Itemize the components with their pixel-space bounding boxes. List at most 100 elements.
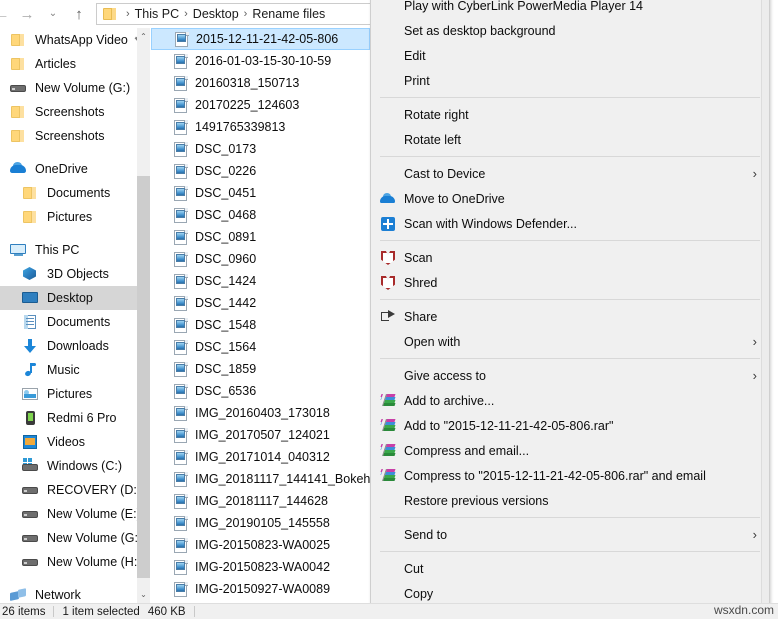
file-list-item[interactable]: IMG_20181117_144141_Bokeh <box>151 468 370 490</box>
file-list-item[interactable]: DSC_0891 <box>151 226 370 248</box>
file-list-item[interactable]: IMG_20190105_145558 <box>151 512 370 534</box>
file-list-item[interactable]: DSC_0226 <box>151 160 370 182</box>
sidebar-scrollbar-thumb[interactable] <box>137 176 150 578</box>
menu-item-print[interactable]: Print <box>371 68 769 93</box>
menu-item-compress-and-email[interactable]: Compress and email... <box>371 438 769 463</box>
recent-locations-button[interactable]: ⌄ <box>40 1 66 27</box>
file-list-item[interactable]: DSC_1442 <box>151 292 370 314</box>
breadcrumb-separator-1[interactable]: › <box>179 8 193 20</box>
menu-item-cast-to-device[interactable]: Cast to Device › <box>371 161 769 186</box>
sidebar-item-downloads[interactable]: Downloads <box>0 334 150 358</box>
sidebar-item-new-volume-g[interactable]: New Volume (G:) <box>0 76 150 100</box>
menu-item-open-with[interactable]: Open with › <box>371 329 769 354</box>
menu-item-give-access-to[interactable]: Give access to › <box>371 363 769 388</box>
file-list-item[interactable]: DSC_0960 <box>151 248 370 270</box>
winrar-icon <box>379 417 399 434</box>
up-one-level-button[interactable]: ↑ <box>66 1 92 27</box>
menu-item-add-to-archive[interactable]: Add to archive... <box>371 388 769 413</box>
menu-item-rotate-left[interactable]: Rotate left <box>371 127 769 152</box>
file-list-item[interactable]: DSC_0451 <box>151 182 370 204</box>
menu-item-cut[interactable]: Cut <box>371 556 769 581</box>
menu-item-shred[interactable]: Shred <box>371 270 769 295</box>
menu-item-share[interactable]: Share <box>371 304 769 329</box>
menu-item-edit[interactable]: Edit <box>371 43 769 68</box>
file-list-item[interactable]: IMG-20150823-WA0025 <box>151 534 370 556</box>
breadcrumb-item-this-pc[interactable]: This PC <box>135 7 179 21</box>
sidebar-item-music[interactable]: Music <box>0 358 150 382</box>
sidebar-item-desktop[interactable]: Desktop <box>0 286 150 310</box>
menu-item-compress-to-2015-12-11-21-42-05-806-rar-[interactable]: Compress to "2015-12-11-21-42-05-806.rar… <box>371 463 769 488</box>
sidebar-item-documents[interactable]: Documents <box>0 181 150 205</box>
breadcrumb-item-desktop[interactable]: Desktop <box>193 7 239 21</box>
menu-item-rotate-right[interactable]: Rotate right <box>371 102 769 127</box>
menu-item-scan-with-windows-defender[interactable]: Scan with Windows Defender... <box>371 211 769 236</box>
folder-icon <box>10 128 28 144</box>
file-list-item[interactable]: DSC_1859 <box>151 358 370 380</box>
file-list-item[interactable]: DSC_6536 <box>151 380 370 402</box>
sidebar-item-onedrive[interactable]: OneDrive <box>0 157 150 181</box>
file-list-item[interactable]: DSC_0468 <box>151 204 370 226</box>
menu-item-set-as-desktop-background[interactable]: Set as desktop background <box>371 18 769 43</box>
file-list-item[interactable]: 2015-12-11-21-42-05-806 <box>151 28 370 50</box>
sidebar-item-whatsapp-video[interactable]: WhatsApp Video✒ <box>0 28 150 52</box>
menu-item-play-with-cyberlink-powermedia-player-14[interactable]: Play with CyberLink PowerMedia Player 14 <box>371 0 769 18</box>
sidebar-scrollbar[interactable]: ⌃ ⌄ <box>137 28 150 603</box>
sidebar-item-redmi-6-pro[interactable]: Redmi 6 Pro <box>0 406 150 430</box>
file-list-item[interactable]: 2016-01-03-15-30-10-59 <box>151 50 370 72</box>
file-list-item[interactable]: DSC_1548 <box>151 314 370 336</box>
menu-item-label: Rotate left <box>404 132 461 147</box>
file-list-item[interactable]: IMG_20170507_124021 <box>151 424 370 446</box>
sidebar-item-network[interactable]: Network <box>0 583 150 603</box>
file-name-label: DSC_1442 <box>195 296 257 310</box>
sidebar-item-articles[interactable]: Articles <box>0 52 150 76</box>
file-list-item[interactable]: 1491765339813 <box>151 116 370 138</box>
file-name-label: DSC_0451 <box>195 186 257 200</box>
menu-item-move-to-onedrive[interactable]: Move to OneDrive <box>371 186 769 211</box>
file-name-label: IMG-20150927-WA0089 <box>195 582 331 596</box>
sidebar-item-new-volume-h[interactable]: New Volume (H:) <box>0 550 150 574</box>
sidebar-item-new-volume-g[interactable]: New Volume (G:) <box>0 526 150 550</box>
sidebar-item-documents[interactable]: Documents <box>0 310 150 334</box>
image-file-icon <box>174 273 188 289</box>
sidebar-item-pictures[interactable]: Pictures <box>0 205 150 229</box>
sidebar-item-screenshots[interactable]: Screenshots <box>0 100 150 124</box>
breadcrumb-item-rename-files[interactable]: Rename files <box>252 7 325 21</box>
file-list-item[interactable]: DSC_0173 <box>151 138 370 160</box>
file-list-item[interactable]: IMG_20160403_173018 <box>151 402 370 424</box>
sidebar-item-pictures[interactable]: Pictures <box>0 382 150 406</box>
file-list-item[interactable]: IMG-20150927-WA0089 <box>151 578 370 600</box>
file-list-item[interactable]: 20160318_150713 <box>151 72 370 94</box>
back-button[interactable]: ← <box>0 1 14 27</box>
image-file-icon <box>174 141 188 157</box>
file-name-label: IMG_20181117_144141_Bokeh <box>195 472 370 486</box>
windows-defender-shield-icon <box>379 215 399 232</box>
sidebar-item-3d-objects[interactable]: 3D Objects <box>0 262 150 286</box>
breadcrumb-separator-0[interactable]: › <box>121 8 135 20</box>
file-list-item[interactable]: DSC_1424 <box>151 270 370 292</box>
image-file-icon <box>174 185 188 201</box>
file-list-item[interactable]: 20170225_124603 <box>151 94 370 116</box>
file-name-label: DSC_0226 <box>195 164 257 178</box>
menu-item-send-to[interactable]: Send to › <box>371 522 769 547</box>
sidebar-item-this-pc[interactable]: This PC <box>0 238 150 262</box>
file-list-item[interactable]: IMG-20150823-WA0042 <box>151 556 370 578</box>
menu-icon-placeholder <box>379 47 399 64</box>
menu-item-label: Open with <box>404 334 461 349</box>
sidebar-item-recovery-d[interactable]: RECOVERY (D:) <box>0 478 150 502</box>
file-list-item[interactable]: IMG_20181117_144628 <box>151 490 370 512</box>
menu-item-restore-previous-versions[interactable]: Restore previous versions <box>371 488 769 513</box>
image-file-icon <box>174 515 188 531</box>
sidebar-item-screenshots[interactable]: Screenshots <box>0 124 150 148</box>
file-list-item[interactable]: IMG_20171014_040312 <box>151 446 370 468</box>
sidebar-item-new-volume-e[interactable]: New Volume (E:) <box>0 502 150 526</box>
sidebar-item-windows-c[interactable]: Windows (C:) <box>0 454 150 478</box>
forward-button[interactable]: → <box>14 1 40 27</box>
breadcrumb-separator-2[interactable]: › <box>239 8 253 20</box>
menu-item-add-to-2015-12-11-21-42-05-806-rar[interactable]: Add to "2015-12-11-21-42-05-806.rar" <box>371 413 769 438</box>
file-list-item[interactable]: DSC_1564 <box>151 336 370 358</box>
scroll-down-icon[interactable]: ⌄ <box>137 586 150 603</box>
menu-item-scan[interactable]: Scan <box>371 245 769 270</box>
sidebar-item-videos[interactable]: Videos <box>0 430 150 454</box>
scroll-up-icon[interactable]: ⌃ <box>137 28 150 45</box>
mcafee-shield-icon <box>379 249 399 266</box>
